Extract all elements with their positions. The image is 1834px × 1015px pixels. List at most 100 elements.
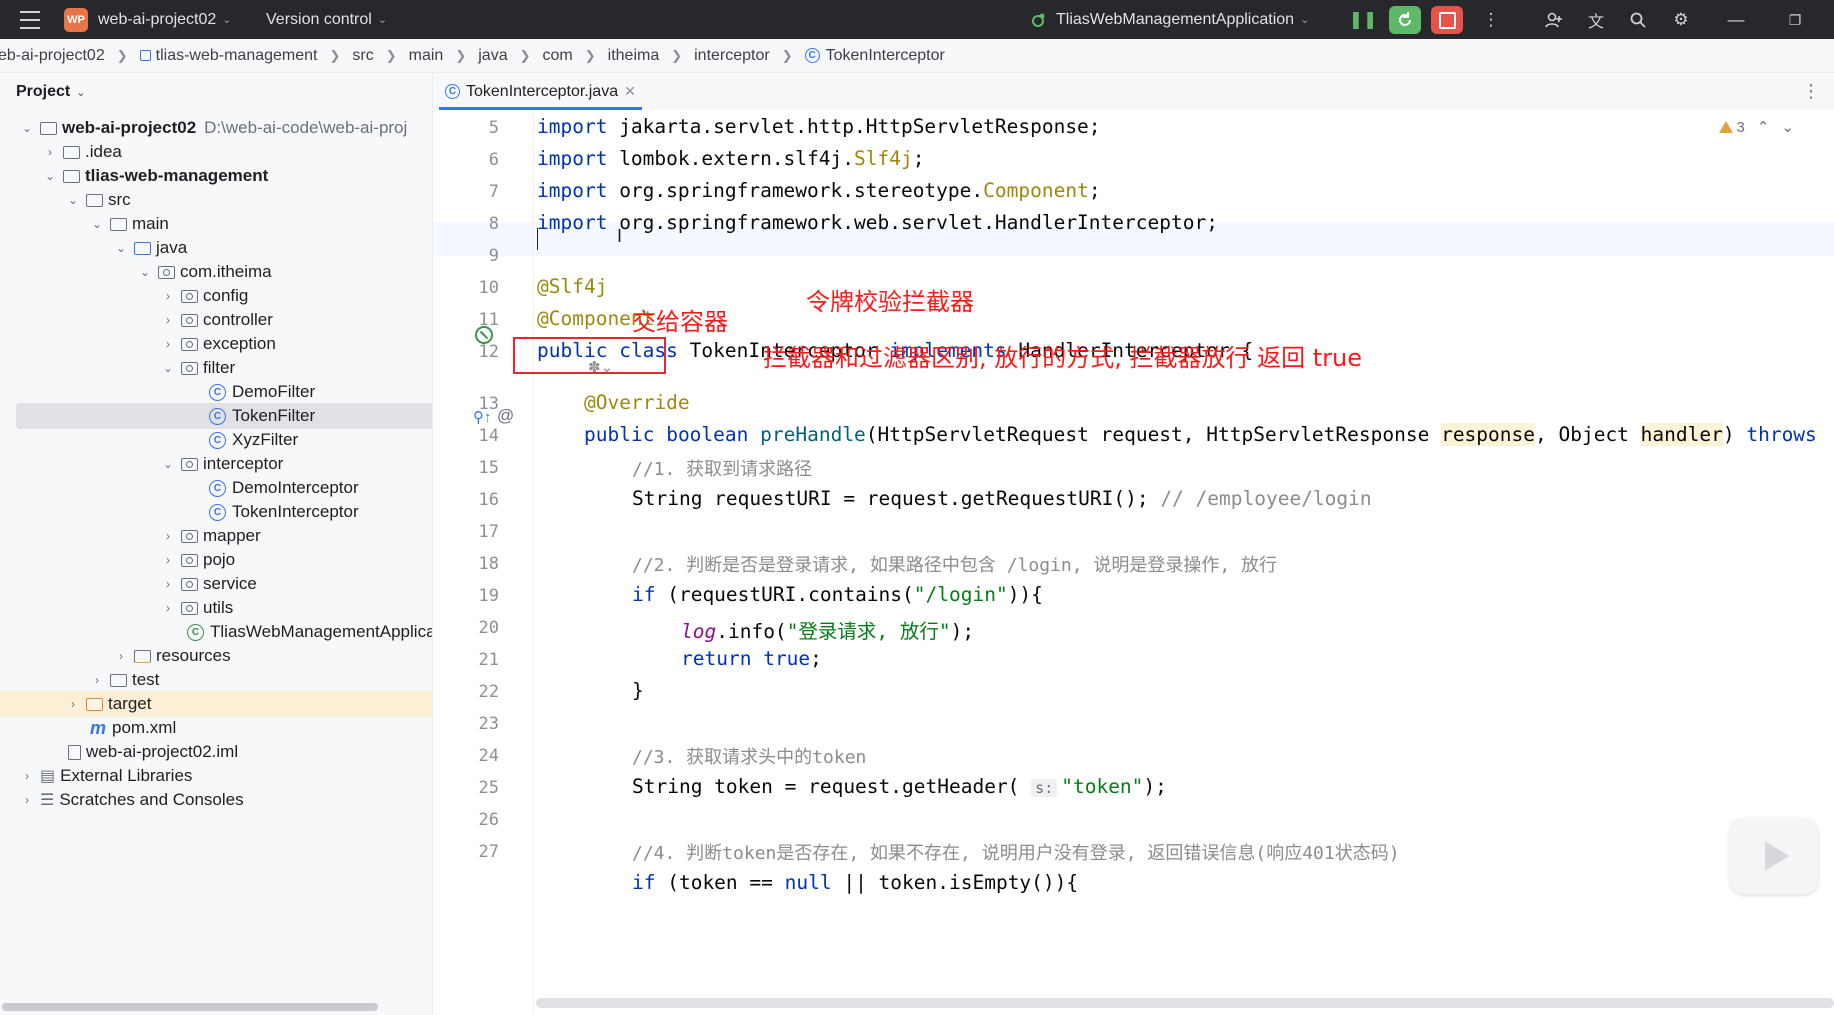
tree-item[interactable]: ⌄ main (0, 211, 432, 237)
tree-item[interactable]: › .idea (0, 139, 432, 165)
horizontal-scrollbar[interactable] (2, 1003, 378, 1011)
code-token: || token.isEmpty()){ (831, 871, 1079, 894)
project-panel-header[interactable]: Project ⌄ (16, 83, 85, 101)
project-name: web-ai-project02 (98, 10, 217, 28)
add-user-icon[interactable] (1544, 10, 1564, 30)
chevron-down-icon[interactable]: ⌄ (1781, 118, 1794, 136)
tree-item[interactable]: m pom.xml (0, 715, 432, 741)
annotation-highlight-box (513, 337, 666, 374)
tree-item[interactable]: ⌄ filter (0, 355, 432, 381)
annotation-gutter-icon[interactable]: @ (497, 406, 514, 426)
chevron-right-icon: › (25, 769, 29, 783)
chevron-right-icon: › (71, 697, 75, 711)
editor-horizontal-scrollbar[interactable] (536, 998, 1834, 1008)
tree-item[interactable]: C TokenInterceptor (0, 499, 432, 525)
more-vertical-icon[interactable]: ⋮ (1802, 81, 1820, 102)
tree-item[interactable]: › utils (0, 595, 432, 621)
tree-item[interactable]: ⌄ java (0, 235, 432, 261)
breadcrumb-item[interactable]: java (478, 47, 507, 65)
tree-item[interactable]: ⌄ src (0, 187, 432, 213)
class-icon: C (209, 431, 226, 449)
breadcrumb: eb-ai-project02 ❯ tlias-web-management ❯… (0, 39, 1834, 73)
tree-item[interactable]: › pojo (0, 547, 432, 573)
pause-icon[interactable]: ❚❚ (1349, 10, 1378, 30)
version-control-menu[interactable]: Version control ⌄ (266, 0, 387, 39)
tree-item[interactable]: › ☰ Scratches and Consoles (0, 787, 432, 813)
tree-item-label: External Libraries (60, 766, 193, 785)
tree-item[interactable]: › ▤ External Libraries (0, 763, 432, 789)
chevron-right-icon: › (48, 145, 52, 159)
code-token: public (584, 423, 655, 446)
chevron-down-icon: ⌄ (377, 14, 388, 26)
breadcrumb-item[interactable]: itheima (608, 47, 660, 65)
tree-item[interactable]: ⌄ web-ai-project02 D:\web-ai-code\web-ai-p… (0, 115, 432, 141)
gear-icon[interactable]: ⚙ (1671, 10, 1691, 30)
tree-item[interactable]: › resources (0, 643, 432, 669)
breadcrumb-item[interactable]: com (543, 47, 573, 65)
project-switcher[interactable]: WP web-ai-project02 ⌄ (64, 0, 232, 39)
search-icon[interactable] (1628, 10, 1648, 30)
tree-item[interactable]: › test (0, 667, 432, 693)
breadcrumb-item[interactable]: interceptor (694, 47, 770, 65)
tree-item[interactable]: › target (0, 691, 432, 717)
line-number: 6 (488, 150, 499, 170)
file-icon (68, 744, 81, 760)
close-icon[interactable]: ✕ (624, 83, 636, 100)
code-token: null (784, 871, 832, 894)
minimize-icon[interactable]: — (1726, 10, 1746, 30)
restore-icon[interactable]: ❐ (1785, 10, 1805, 30)
play-icon (1765, 841, 1789, 871)
line-number: 18 (478, 554, 499, 574)
code-token: org.springframework.stereotype. (607, 179, 984, 202)
code-token: response (1441, 423, 1535, 446)
tree-item[interactable]: C DemoInterceptor (0, 475, 432, 501)
inspection-widget[interactable]: 3 ⌃ ⌄ (1718, 118, 1794, 136)
floating-play-button[interactable] (1730, 818, 1818, 894)
rerun-button[interactable] (1389, 6, 1421, 34)
run-configuration-selector[interactable]: TliasWebManagementApplication ⌄ (1030, 0, 1309, 39)
tree-item-label: .idea (85, 142, 122, 161)
line-number: 5 (488, 118, 499, 138)
more-vertical-icon[interactable]: ⋮ (1481, 10, 1501, 30)
code-line: log.info("登录请求, 放行"); (681, 615, 974, 644)
tree-item[interactable]: › exception (0, 331, 432, 357)
tree-item[interactable]: C DemoFilter (0, 379, 432, 405)
tree-item[interactable]: web-ai-project02.iml (0, 739, 432, 765)
annotation-interceptor-label: 令牌校验拦截器 (806, 288, 974, 316)
implements-gutter-icon[interactable]: ⚲↑ (473, 408, 492, 426)
code-line: import lombok.extern.slf4j.Slf4j; (537, 147, 924, 170)
class-icon: C (209, 383, 226, 401)
translate-icon[interactable]: 文 (1586, 10, 1606, 31)
tree-item[interactable]: ⌄ interceptor (0, 451, 432, 477)
code-line: //4. 判断token是否存在, 如果不存在, 说明用户没有登录, 返回错误信… (632, 843, 1400, 864)
tree-item[interactable]: › mapper (0, 523, 432, 549)
tree-item[interactable]: › service (0, 571, 432, 597)
tree-item[interactable]: C TliasWebManagementApplica (0, 619, 432, 645)
breadcrumb-item[interactable]: TokenInterceptor (826, 47, 945, 65)
code-token: boolean (666, 423, 749, 446)
tree-item[interactable]: › controller (0, 307, 432, 333)
tree-item-selected[interactable]: C TokenFilter (16, 403, 432, 429)
breadcrumb-item[interactable]: main (409, 47, 444, 65)
tree-item[interactable]: C XyzFilter (0, 427, 432, 453)
stop-button[interactable] (1431, 6, 1463, 34)
chevron-right-icon: › (166, 553, 170, 567)
code-token: "token" (1061, 775, 1144, 798)
tree-item-label: TokenFilter (232, 406, 316, 425)
tab-token-interceptor[interactable]: C TokenInterceptor.java ✕ (439, 73, 642, 110)
tree-item[interactable]: › config (0, 283, 432, 309)
tree-item[interactable]: ⌄ com.itheima (0, 259, 432, 285)
chevron-up-icon[interactable]: ⌃ (1757, 118, 1770, 136)
code-editor[interactable]: 3 ⌃ ⌄ 5 6 7 8 9 10 11 12 13 14 15 16 17 … (433, 110, 1834, 1015)
class-icon: C (209, 503, 226, 521)
tree-item[interactable]: ⌄ tlias-web-management (0, 163, 432, 189)
code-token: (HttpServletRequest request, HttpServlet… (865, 423, 1442, 446)
breadcrumb-item[interactable]: tlias-web-management (156, 47, 318, 65)
bean-gutter-icon[interactable] (475, 326, 493, 344)
chevron-down-icon: ⌄ (115, 241, 127, 255)
breadcrumb-item[interactable]: eb-ai-project02 (0, 47, 105, 65)
breadcrumb-item[interactable]: src (352, 47, 373, 65)
module-icon (139, 50, 151, 61)
line-number: 24 (478, 746, 499, 766)
main-menu-button[interactable] (20, 0, 42, 39)
